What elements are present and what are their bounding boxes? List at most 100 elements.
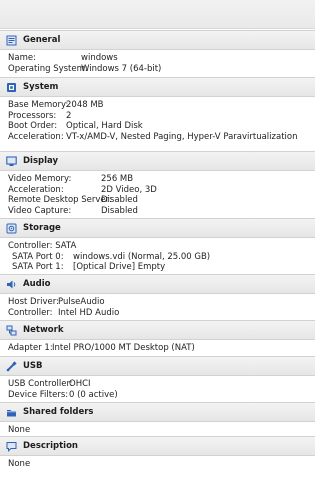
disk-icon [6, 223, 17, 234]
section-shared-folders-header[interactable]: Shared folders [0, 402, 315, 422]
section-system-title: System [23, 82, 59, 92]
display-label-rdp: Remote Desktop Server: [8, 195, 112, 205]
usb-label-controller: USB Controller: [8, 379, 73, 389]
display-value-capture: Disabled [101, 205, 138, 216]
usb-value-controller: OHCI [69, 379, 91, 389]
system-value-processors: 2 [66, 110, 72, 121]
general-value-os: Windows 7 (64-bit) [81, 63, 162, 74]
general-label-os: Operating System: [8, 63, 88, 74]
speech-bubble-icon [6, 441, 17, 452]
system-value-boot: Optical, Hard Disk [66, 121, 143, 131]
network-label-adapter1: Adapter 1: [8, 343, 53, 353]
section-general-body: Name: windows Operating System: Windows … [0, 50, 315, 78]
details-toolbar [0, 0, 315, 29]
display-row-capture: Video Capture: Disabled [8, 206, 307, 217]
display-value-rdp: Disabled [101, 195, 138, 205]
audio-value-driver: PulseAudio [58, 297, 105, 307]
usb-value-filters: 0 (0 active) [69, 389, 118, 400]
general-label-name: Name: [8, 53, 36, 63]
section-general: General Name: windows Operating System: … [0, 30, 315, 78]
audio-row-driver: Host Driver: PulseAudio [8, 297, 307, 308]
section-network-header[interactable]: Network [0, 320, 315, 340]
general-value-name: windows [81, 53, 118, 63]
section-general-header[interactable]: General [0, 30, 315, 50]
system-value-acceleration: VT-x/AMD-V, Nested Paging, Hyper-V Parav… [66, 131, 298, 142]
section-system-body: Base Memory: 2048 MB Processors: 2 Boot … [0, 97, 315, 146]
usb-row-controller: USB Controller: OHCI [8, 379, 307, 390]
usb-label-filters: Device Filters: [8, 389, 69, 400]
system-row-acceleration: Acceleration: VT-x/AMD-V, Nested Paging,… [8, 132, 307, 143]
section-display-body: Video Memory: 256 MB Acceleration: 2D Vi… [0, 171, 315, 220]
section-storage-title: Storage [23, 223, 61, 233]
audio-value-controller: Intel HD Audio [58, 307, 120, 318]
system-label-processors: Processors: [8, 110, 57, 121]
network-value-adapter1: Intel PRO/1000 MT Desktop (NAT) [52, 343, 195, 353]
section-system-header[interactable]: System [0, 77, 315, 97]
network-icon [6, 325, 17, 336]
description-text: None [8, 459, 31, 469]
section-storage-header[interactable]: Storage [0, 218, 315, 238]
storage-value-port0: windows.vdi (Normal, 25.00 GB) [73, 251, 211, 262]
section-general-title: General [23, 35, 61, 45]
section-usb-header[interactable]: USB [0, 356, 315, 376]
display-row-rdp: Remote Desktop Server: Disabled [8, 195, 307, 206]
display-value-acceleration: 2D Video, 3D [101, 184, 157, 195]
monitor-icon [6, 155, 17, 167]
system-row-boot: Boot Order: Optical, Hard Disk [8, 121, 307, 132]
section-audio-body: Host Driver: PulseAudio Controller: Inte… [0, 294, 315, 322]
display-row-acceleration: Acceleration: 2D Video, 3D [8, 185, 307, 196]
storage-row-port1: SATA Port 1: [Optical Drive] Empty [8, 262, 307, 273]
system-label-memory: Base Memory: [8, 100, 69, 110]
section-audio-title: Audio [23, 279, 51, 289]
display-value-video-memory: 256 MB [101, 174, 134, 184]
description-none: None [8, 459, 307, 470]
system-label-boot: Boot Order: [8, 121, 58, 131]
section-description-title: Description [23, 441, 78, 451]
display-label-capture: Video Capture: [8, 205, 72, 216]
general-icon [6, 35, 17, 46]
section-system: System Base Memory: 2048 MB Processors: … [0, 77, 315, 146]
section-storage-body: Controller: SATA SATA Port 0: windows.vd… [0, 238, 315, 277]
system-value-memory: 2048 MB [66, 100, 104, 110]
usb-icon [6, 360, 17, 372]
section-description-body: None [0, 456, 315, 474]
section-shared-folders: Shared folders None [0, 402, 315, 440]
section-usb-body: USB Controller: OHCI Device Filters: 0 (… [0, 376, 315, 404]
section-description-header[interactable]: Description [0, 436, 315, 456]
section-usb: USB USB Controller: OHCI Device Filters:… [0, 356, 315, 404]
storage-controller-text: Controller: SATA [8, 241, 77, 251]
audio-row-controller: Controller: Intel HD Audio [8, 308, 307, 319]
storage-row-port0: SATA Port 0: windows.vdi (Normal, 25.00 … [8, 252, 307, 263]
shared-folders-none: None [8, 425, 307, 436]
display-label-acceleration: Acceleration: [8, 184, 64, 195]
system-label-acceleration: Acceleration: [8, 131, 64, 142]
section-display: Display Video Memory: 256 MB Acceleratio… [0, 151, 315, 220]
usb-row-filters: Device Filters: 0 (0 active) [8, 390, 307, 401]
section-audio-header[interactable]: Audio [0, 274, 315, 294]
display-label-video-memory: Video Memory: [8, 174, 72, 184]
section-display-header[interactable]: Display [0, 151, 315, 171]
system-row-processors: Processors: 2 [8, 111, 307, 122]
audio-label-driver: Host Driver: [8, 297, 59, 307]
general-row-name: Name: windows [8, 53, 307, 64]
section-description: Description None [0, 436, 315, 474]
section-network: Network Adapter 1: Intel PRO/1000 MT Des… [0, 320, 315, 358]
section-storage: Storage Controller: SATA SATA Port 0: wi… [0, 218, 315, 277]
folder-icon [6, 407, 17, 418]
storage-label-port0: SATA Port 0: [12, 251, 64, 262]
network-row-adapter1: Adapter 1: Intel PRO/1000 MT Desktop (NA… [8, 343, 307, 354]
section-usb-title: USB [23, 361, 43, 371]
chip-icon [6, 82, 17, 93]
audio-label-controller: Controller: [8, 307, 53, 318]
storage-controller: Controller: SATA [8, 241, 307, 252]
shared-folders-text: None [8, 425, 31, 435]
section-shared-folders-title: Shared folders [23, 407, 94, 417]
display-row-video-memory: Video Memory: 256 MB [8, 174, 307, 185]
system-row-memory: Base Memory: 2048 MB [8, 100, 307, 111]
general-row-os: Operating System: Windows 7 (64-bit) [8, 64, 307, 75]
speaker-icon [6, 279, 17, 290]
storage-value-port1: [Optical Drive] Empty [73, 262, 166, 272]
section-network-body: Adapter 1: Intel PRO/1000 MT Desktop (NA… [0, 340, 315, 358]
section-network-title: Network [23, 325, 64, 335]
storage-label-port1: SATA Port 1: [12, 262, 64, 272]
